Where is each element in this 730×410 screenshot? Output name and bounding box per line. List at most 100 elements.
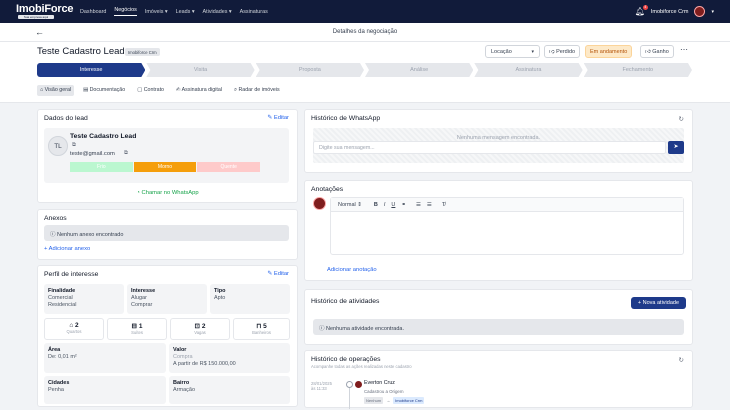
stage-analise[interactable]: Análise	[365, 63, 473, 77]
tab-assinatura-digital[interactable]: ✍︎ Assinatura digital	[173, 85, 225, 96]
bairro-field: Bairro Armação	[173, 380, 195, 394]
cidades-field: Cidades Penha	[48, 380, 69, 394]
send-icon[interactable]: ➤	[668, 141, 684, 154]
field-value: Comprar	[131, 302, 153, 308]
empty-text: Nenhum anexo encontrado	[57, 232, 124, 238]
old-value: Nenhum	[364, 397, 384, 404]
chevron-down-icon[interactable]: ▾	[711, 9, 714, 15]
refresh-icon[interactable]: ↻	[679, 115, 684, 123]
new-activity-button[interactable]: + Nova atividade	[630, 297, 686, 309]
operations-heading: Histórico de operações	[311, 356, 381, 363]
lead-heading: Dados do lead	[44, 115, 88, 122]
stage-visita[interactable]: Visita	[146, 63, 254, 77]
avatar[interactable]	[694, 6, 706, 17]
interesse-field: Interesse Alugar Comprar	[131, 288, 155, 309]
top-navbar: ImobiForce Sua empresa aqui Dashboard Ne…	[0, 0, 730, 23]
logo[interactable]: ImobiForce	[16, 3, 73, 15]
bullet-list-icon[interactable]: ☰	[427, 202, 432, 208]
lead-info-box: TL Teste Cadastro Lead ⧉ teste@gmail.com…	[44, 128, 289, 183]
notes-card: Anotações Normal ⇕ B I U ⚭ ☰ ☰ T̸ Adicio…	[304, 180, 693, 281]
activities-empty: ⓘ Nenhuma atividade encontrada.	[313, 319, 684, 335]
nav-assinaturas[interactable]: Assinaturas	[240, 9, 268, 15]
operation-change: Nenhum → Imobiforce Crm	[364, 397, 425, 404]
underline-icon[interactable]: U	[391, 202, 395, 208]
nav-links: Dashboard Negócios Imóveis ▾ Leads ▾ Ati…	[80, 0, 268, 23]
nav-atividades[interactable]: Atividades ▾	[203, 9, 232, 15]
copy-icon[interactable]: ⧉	[124, 150, 128, 157]
temp-morno[interactable]: Morno	[133, 162, 197, 172]
deal-type-select[interactable]: Locação ▾	[485, 45, 540, 58]
notes-heading: Anotações	[311, 186, 344, 193]
refresh-icon[interactable]: ↻	[679, 356, 684, 364]
bell-icon[interactable]: 🔔︎ 4	[635, 4, 648, 17]
clear-format-icon[interactable]: T̸	[442, 202, 445, 208]
tab-label: Radar de imóveis	[238, 87, 280, 93]
empty-text: Nenhuma atividade encontrada.	[326, 326, 405, 332]
pill-label: Banheiros	[252, 330, 271, 335]
finalidade-field: Finalidade Comercial Residencial	[48, 288, 76, 309]
lead-avatar: TL	[48, 136, 68, 156]
whatsapp-label: Chamar no WhatsApp	[141, 190, 199, 196]
pill-suites: ⊟ 1 Suítes	[107, 318, 167, 340]
italic-icon[interactable]: I	[384, 202, 386, 208]
note-editor[interactable]: Normal ⇕ B I U ⚭ ☰ ☰ T̸	[330, 197, 684, 255]
tab-radar-imoveis[interactable]: ⌕ Radar de imóveis	[231, 85, 283, 96]
nav-leads[interactable]: Leads ▾	[176, 9, 195, 15]
add-attachment-link[interactable]: + Adicionar anexo	[44, 246, 90, 252]
avatar	[313, 197, 326, 210]
format-select[interactable]: Normal ⇕	[338, 202, 362, 208]
temp-quente[interactable]: Quente	[197, 162, 261, 172]
lost-button[interactable]: 👎︎ Perdido	[544, 45, 581, 58]
temperature-selector: Frio Morno Quente	[70, 162, 261, 172]
stage-fechamento[interactable]: Fechamento	[584, 63, 692, 77]
whatsapp-history-card: Histórico de WhatsApp ↻ Nenhuma mensagem…	[304, 109, 693, 173]
field-label: Interesse	[131, 288, 156, 294]
tab-contrato[interactable]: ▢ Contrato	[134, 85, 167, 96]
copy-icon[interactable]: ⧉	[72, 142, 76, 149]
nav-imoveis[interactable]: Imóveis ▾	[145, 9, 168, 15]
notification-badge: 4	[642, 4, 648, 10]
stage-proposta[interactable]: Proposta	[256, 63, 364, 77]
timeline-dot	[346, 381, 353, 388]
temp-frio[interactable]: Frio	[70, 162, 133, 172]
attachments-heading: Anexos	[44, 215, 67, 222]
tab-documentacao[interactable]: ▤ Documentação	[80, 85, 128, 96]
operation-desc: Cadastrou a Origem	[364, 389, 404, 394]
message-input[interactable]: Digite sua mensagem...	[313, 141, 666, 154]
tab-label: Documentação	[89, 87, 126, 93]
stage-interesse[interactable]: Interesse	[37, 63, 145, 77]
bold-icon[interactable]: B	[374, 202, 378, 208]
chevron-down-icon: ▾	[531, 49, 534, 55]
whatsapp-call-link[interactable]: ◔ Chamar no WhatsApp	[38, 190, 297, 196]
profile-heading: Perfil de interesse	[44, 271, 99, 278]
edit-lead-button[interactable]: ✎ Editar	[267, 115, 289, 121]
field-label: Área	[48, 347, 61, 353]
nav-negocios[interactable]: Negócios	[114, 7, 137, 16]
nav-dashboard[interactable]: Dashboard	[80, 9, 106, 15]
edit-profile-button[interactable]: ✎ Editar	[267, 271, 289, 277]
tab-visao-geral[interactable]: ⌂ Visão geral	[37, 85, 75, 96]
field-label: Tipo	[214, 288, 226, 294]
stage-assinatura[interactable]: Assinatura	[474, 63, 582, 77]
valor-field: Valor Compra A partir de R$ 150.000,00	[173, 347, 236, 368]
link-icon[interactable]: ⚭	[401, 202, 406, 208]
pill-label: Vagas	[194, 330, 206, 335]
deal-type-value: Locação	[491, 49, 512, 55]
add-note-link[interactable]: Adicionar anotação	[327, 267, 377, 273]
more-options-icon[interactable]: ⋯	[680, 45, 688, 54]
lost-label: Perdido	[556, 49, 576, 55]
user-name[interactable]: Imobiforce Crm	[651, 9, 689, 15]
org-badge: Imobiforce Crm	[125, 48, 160, 56]
pill-label: Quartos	[66, 329, 82, 334]
pill-banheiros: ⊓ 5 Banheiros	[233, 318, 290, 340]
in-progress-button[interactable]: Em andamento	[585, 45, 633, 58]
field-value: Armação	[173, 387, 196, 393]
time-text: às 11:33	[311, 386, 327, 391]
operation-user: Everton Cruz	[364, 380, 395, 386]
won-button[interactable]: 👍︎ Ganho	[640, 45, 674, 58]
deal-title: Teste Cadastro Lead	[37, 46, 125, 57]
ordered-list-icon[interactable]: ☰	[416, 202, 421, 208]
lead-name: Teste Cadastro Lead	[70, 133, 137, 140]
car-icon-count: 2	[201, 323, 206, 330]
field-label: Cidades	[48, 380, 70, 386]
